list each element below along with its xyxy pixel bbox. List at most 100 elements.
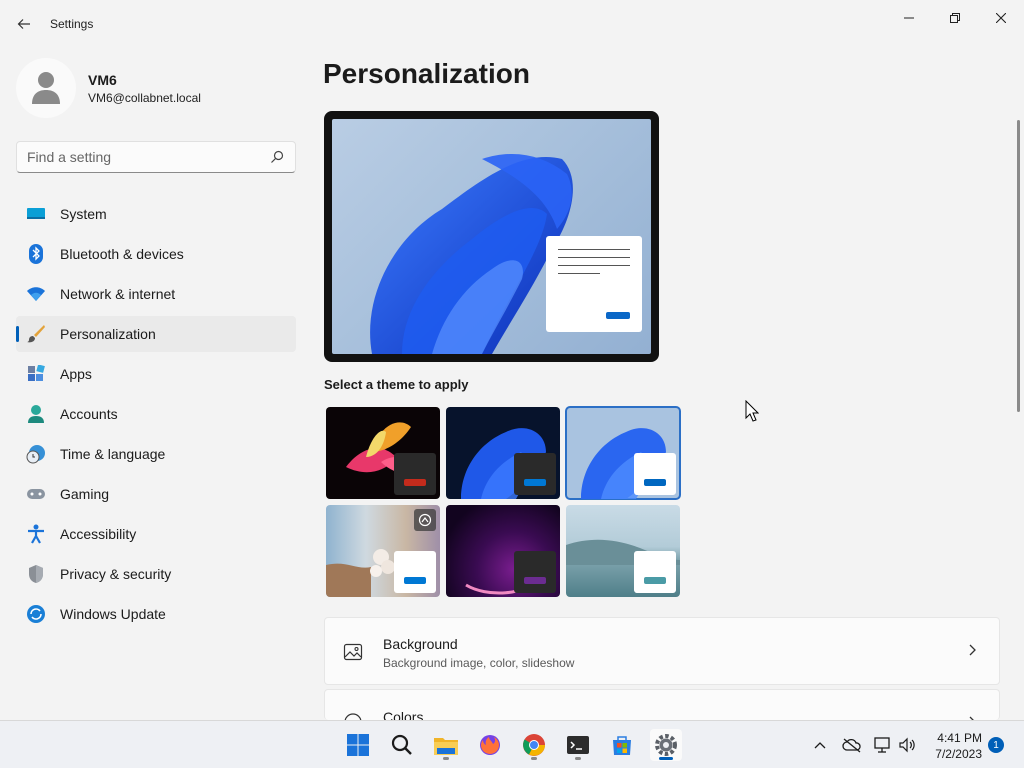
terminal-button[interactable] xyxy=(562,729,594,761)
sidebar-item-label: Accounts xyxy=(60,406,118,422)
theme-light[interactable] xyxy=(565,406,681,500)
minimize-icon xyxy=(904,17,914,19)
system-icon xyxy=(26,204,46,224)
sidebar-item-label: System xyxy=(60,206,107,222)
terminal-icon xyxy=(567,736,589,754)
folder-icon xyxy=(434,738,458,755)
clock-globe-icon xyxy=(26,444,46,464)
card-subtitle: Background image, color, slideshow xyxy=(383,656,575,670)
sidebar-item-label: Personalization xyxy=(60,326,156,342)
avatar xyxy=(16,58,76,118)
wifi-icon xyxy=(26,284,46,304)
firefox-button[interactable] xyxy=(474,729,506,761)
profile-email: VM6@collabnet.local xyxy=(88,90,201,105)
firefox-icon xyxy=(480,735,500,755)
search-input[interactable] xyxy=(17,142,257,172)
theme-captured-motion[interactable] xyxy=(446,505,560,597)
file-explorer-button[interactable] xyxy=(430,729,462,761)
speaker-icon xyxy=(899,737,915,753)
minimize-button[interactable] xyxy=(886,4,932,32)
background-setting-card[interactable]: Background Background image, color, slid… xyxy=(324,617,1000,685)
sidebar-item-network[interactable]: Network & internet xyxy=(16,276,296,312)
palette-icon xyxy=(344,713,362,720)
bluetooth-icon xyxy=(26,244,46,264)
user-profile[interactable]: VM6 VM6@collabnet.local xyxy=(16,58,201,118)
wallpaper-preview xyxy=(332,119,651,354)
store-button[interactable] xyxy=(606,729,638,761)
theme-flow[interactable] xyxy=(566,505,680,597)
clock-date: 7/2/2023 xyxy=(935,747,982,761)
chrome-button[interactable] xyxy=(518,729,550,761)
network-tray-icon[interactable] xyxy=(873,735,893,755)
update-icon xyxy=(26,604,46,624)
accounts-icon xyxy=(26,404,46,424)
sidebar-item-bluetooth[interactable]: Bluetooth & devices xyxy=(16,236,296,272)
theme-accent-swatch xyxy=(404,479,426,486)
mouse-cursor-icon xyxy=(745,400,759,422)
theme-dark[interactable] xyxy=(446,407,560,499)
sidebar-item-accessibility[interactable]: Accessibility xyxy=(16,516,296,552)
sidebar-item-label: Apps xyxy=(60,366,92,382)
scrollbar[interactable] xyxy=(1017,120,1020,412)
theme-preview xyxy=(324,111,659,362)
sidebar-item-personalization[interactable]: Personalization xyxy=(16,316,296,352)
page-title: Personalization xyxy=(323,58,530,89)
theme-accent-swatch xyxy=(644,479,666,486)
shield-icon xyxy=(26,564,46,584)
start-button[interactable] xyxy=(342,729,374,761)
sidebar-item-label: Privacy & security xyxy=(60,566,172,582)
spotlight-icon xyxy=(414,509,436,531)
sidebar-item-privacy-security[interactable]: Privacy & security xyxy=(16,556,296,592)
sidebar-nav: System Bluetooth & devices Network & int… xyxy=(16,196,296,636)
taskbar: 4:41 PM 7/2/2023 1 xyxy=(0,720,1024,768)
gear-icon xyxy=(655,734,677,756)
onedrive-tray-icon[interactable] xyxy=(842,735,862,755)
apps-icon xyxy=(26,364,46,384)
maximize-icon xyxy=(950,13,960,23)
image-icon xyxy=(343,643,363,661)
notification-badge[interactable]: 1 xyxy=(988,737,1004,753)
windows-logo-icon xyxy=(347,734,369,756)
theme-accent-swatch xyxy=(524,479,546,486)
sidebar-item-label: Time & language xyxy=(60,446,166,462)
maximize-button[interactable] xyxy=(932,4,978,32)
close-button[interactable] xyxy=(978,4,1024,32)
back-arrow-icon xyxy=(17,19,30,29)
settings-taskbar-button[interactable] xyxy=(650,729,682,761)
theme-accent-swatch xyxy=(524,577,546,584)
theme-glow[interactable] xyxy=(326,407,440,499)
sidebar-item-system[interactable]: System xyxy=(16,196,296,232)
card-title: Colors xyxy=(383,709,424,720)
sidebar-item-accounts[interactable]: Accounts xyxy=(16,396,296,432)
user-silhouette-icon xyxy=(32,72,60,104)
sidebar-item-time-language[interactable]: Time & language xyxy=(16,436,296,472)
sidebar-item-windows-update[interactable]: Windows Update xyxy=(16,596,296,632)
chevron-up-icon xyxy=(814,742,826,749)
colors-setting-card[interactable]: Colors xyxy=(324,689,1000,720)
themes-label: Select a theme to apply xyxy=(324,377,469,392)
theme-grid xyxy=(324,405,684,597)
search-box xyxy=(16,141,296,173)
search-taskbar-button[interactable] xyxy=(386,729,418,761)
paintbrush-icon xyxy=(26,324,46,344)
profile-name: VM6 xyxy=(88,71,117,88)
sidebar-item-apps[interactable]: Apps xyxy=(16,356,296,392)
theme-spotlight[interactable] xyxy=(326,505,440,597)
chevron-right-icon xyxy=(969,644,976,656)
cloud-offline-icon xyxy=(842,738,861,753)
accessibility-icon xyxy=(26,524,46,544)
theme-accent-swatch xyxy=(644,577,666,584)
search-icon[interactable] xyxy=(269,149,285,165)
close-icon xyxy=(996,13,1006,23)
search-icon xyxy=(391,734,412,755)
sidebar-item-gaming[interactable]: Gaming xyxy=(16,476,296,512)
taskbar-clock[interactable]: 4:41 PM 7/2/2023 xyxy=(928,730,982,762)
volume-tray-icon[interactable] xyxy=(897,735,917,755)
app-title: Settings xyxy=(50,17,94,31)
back-button[interactable] xyxy=(12,12,36,36)
card-title: Background xyxy=(383,636,458,652)
clock-time: 4:41 PM xyxy=(937,731,982,745)
sidebar-item-label: Gaming xyxy=(60,486,110,502)
show-hidden-icons-button[interactable] xyxy=(810,735,830,755)
store-icon xyxy=(613,736,631,755)
